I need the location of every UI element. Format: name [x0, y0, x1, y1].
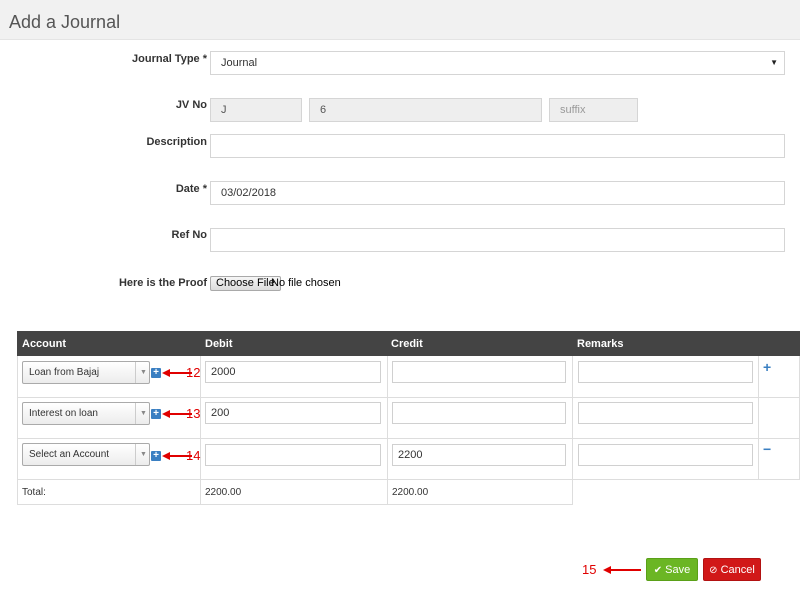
plus-square-icon[interactable]: + [151, 368, 161, 378]
credit-total: 2200.00 [392, 487, 429, 498]
debit-column-header: Debit [205, 338, 233, 350]
annotation-number: 13 [186, 406, 201, 421]
cancel-button-label: Cancel [720, 564, 755, 576]
jv-suffix-field: suffix [549, 98, 638, 122]
proof-label: Here is the Proof [118, 277, 207, 289]
remarks-input[interactable] [578, 361, 753, 383]
page-header: Add a Journal [0, 0, 800, 40]
journal-type-label: Journal Type * [132, 53, 207, 65]
ref-no-input[interactable] [210, 228, 785, 252]
remarks-column-header: Remarks [577, 338, 624, 350]
select-divider [135, 444, 136, 465]
select-divider [135, 403, 136, 424]
remove-row-icon[interactable]: − [763, 441, 771, 457]
account-column-header: Account [22, 338, 66, 350]
caret-down-icon: ▼ [140, 410, 147, 417]
select-divider [135, 362, 136, 383]
save-button-label: Save [665, 564, 691, 576]
credit-input[interactable]: 2200 [392, 444, 566, 466]
grid-line [17, 356, 18, 505]
credit-input[interactable] [392, 361, 566, 383]
caret-down-icon: ▼ [140, 369, 147, 376]
grid-line [17, 479, 800, 480]
page-title: Add a Journal [9, 12, 121, 32]
journal-table: Account Debit Credit Remarks Loan from B… [17, 331, 800, 505]
debit-total: 2200.00 [205, 487, 242, 498]
date-label: Date * [175, 183, 207, 195]
grid-line [758, 356, 759, 479]
annotation-number: 12 [186, 365, 201, 380]
plus-square-icon[interactable]: + [151, 451, 161, 461]
account-select-value: Interest on loan [29, 408, 98, 419]
ref-no-label: Ref No [171, 229, 207, 241]
grid-line [17, 438, 800, 439]
grid-line [17, 504, 573, 505]
jv-prefix-field: J [210, 98, 302, 122]
file-status: No file chosen [271, 277, 341, 289]
description-label: Description [146, 136, 207, 148]
plus-square-icon[interactable]: + [151, 409, 161, 419]
check-icon: ✔ [653, 565, 663, 576]
date-input[interactable]: 03/02/2018 [210, 181, 785, 205]
save-button[interactable]: ✔ Save [646, 558, 698, 581]
red-arrow-icon [603, 566, 641, 574]
account-select[interactable]: Interest on loan ▼ [22, 402, 150, 425]
journal-type-select[interactable]: Journal ▼ [210, 51, 785, 75]
grid-line [17, 397, 800, 398]
debit-input[interactable]: 200 [205, 402, 381, 424]
caret-down-icon: ▼ [140, 451, 147, 458]
annotation-number: 15 [582, 562, 597, 577]
account-select[interactable]: Select an Account ▼ [22, 443, 150, 466]
journal-type-value: Journal [221, 57, 258, 69]
jv-no-label: JV No [175, 99, 207, 111]
jv-number-field: 6 [309, 98, 542, 122]
account-select-value: Loan from Bajaj [29, 367, 100, 378]
debit-input[interactable]: 2000 [205, 361, 381, 383]
ban-icon: ⊘ [709, 565, 718, 576]
account-select-value: Select an Account [29, 449, 110, 460]
caret-down-icon: ▼ [770, 58, 778, 67]
add-row-icon[interactable]: + [763, 359, 771, 375]
credit-input[interactable] [392, 402, 566, 424]
description-input[interactable] [210, 134, 785, 158]
table-header: Account Debit Credit Remarks [17, 331, 800, 356]
remarks-input[interactable] [578, 402, 753, 424]
credit-column-header: Credit [391, 338, 423, 350]
cancel-button[interactable]: ⊘ Cancel [703, 558, 761, 581]
account-select[interactable]: Loan from Bajaj ▼ [22, 361, 150, 384]
total-label: Total: [22, 487, 46, 498]
remarks-input[interactable] [578, 444, 753, 466]
grid-line [572, 356, 573, 505]
debit-input[interactable] [205, 444, 381, 466]
annotation-number: 14 [186, 448, 201, 463]
grid-line [387, 356, 388, 505]
